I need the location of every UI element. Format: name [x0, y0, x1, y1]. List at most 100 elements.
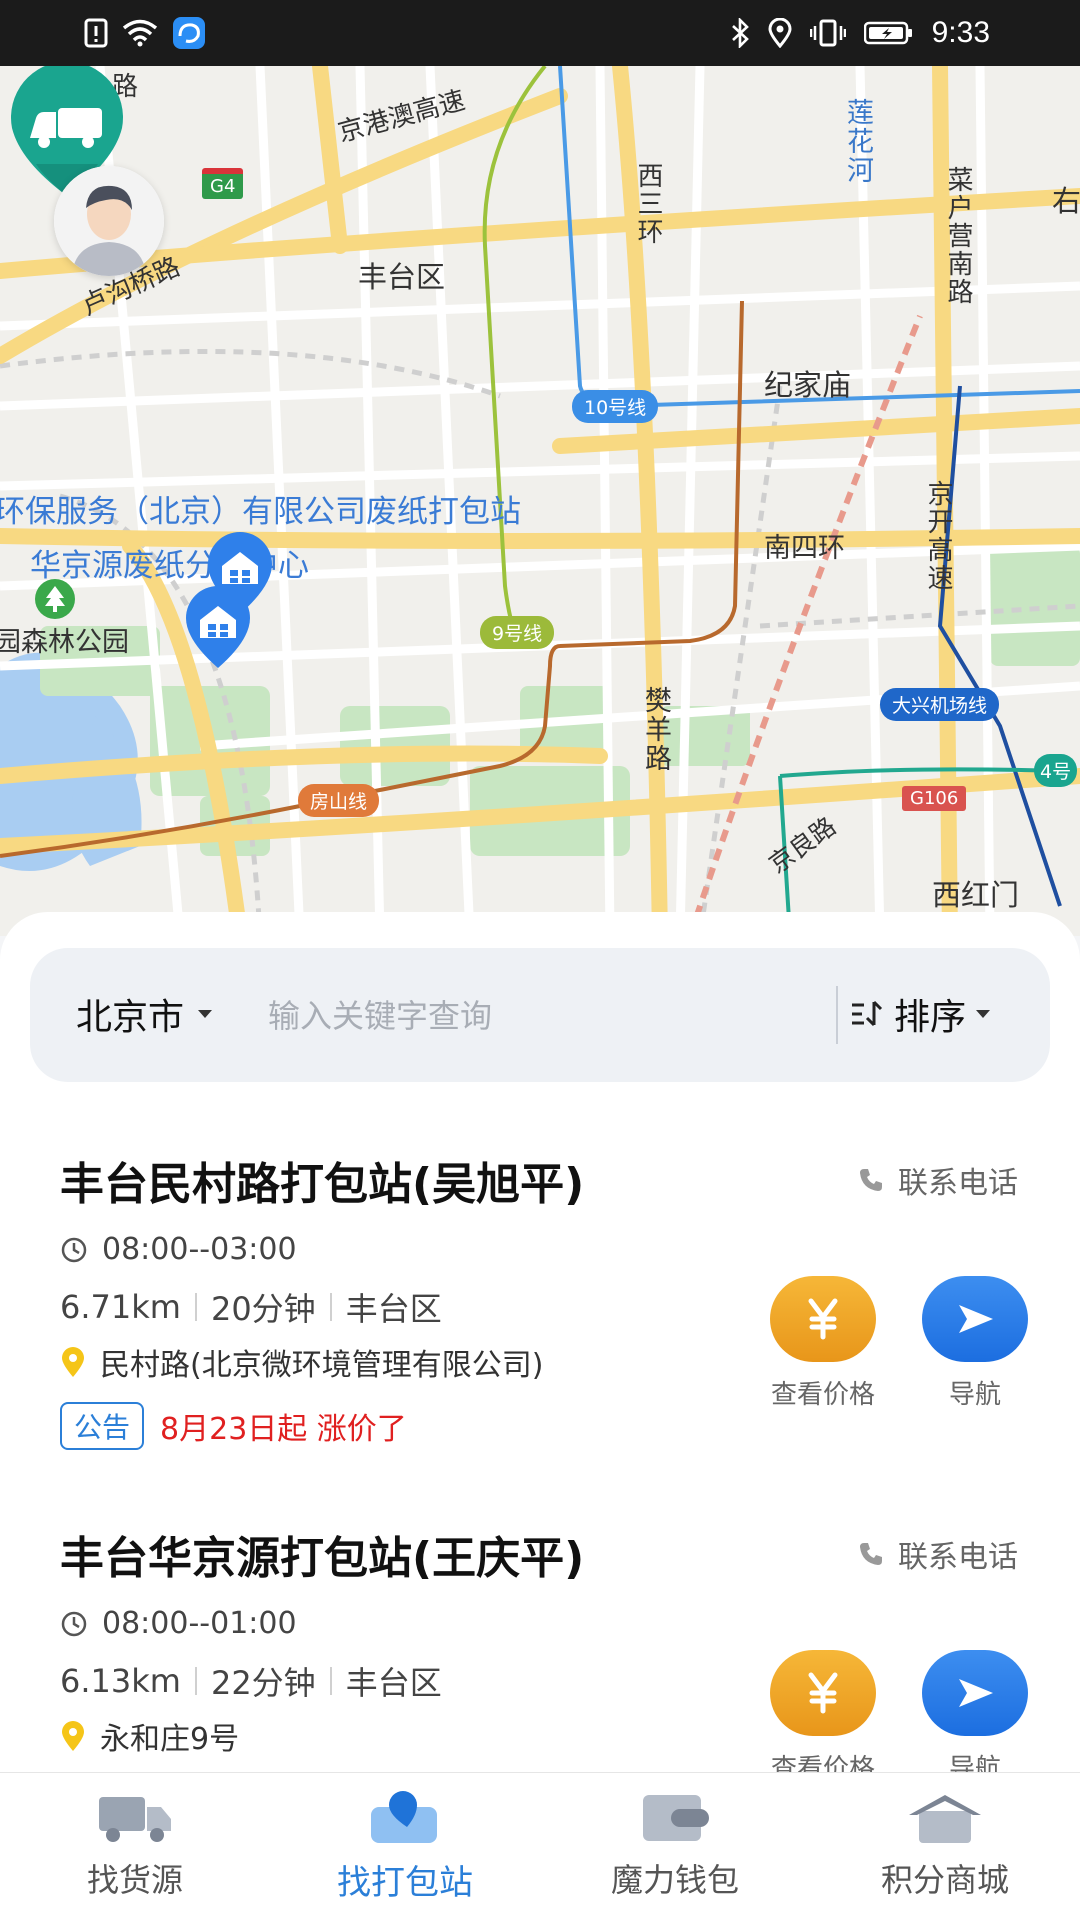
map-label-jingkai: 京开高速	[923, 480, 953, 592]
sort-button[interactable]: 排序	[850, 988, 991, 1040]
yuan-icon	[808, 1672, 838, 1714]
chevron-down-icon	[198, 1010, 213, 1018]
district-text: 丰台区	[345, 1290, 442, 1328]
map-label-xihongmen: 西红门	[932, 878, 1020, 912]
view-price-label: 查看价格	[770, 1754, 875, 1772]
duration-text: 20分钟	[210, 1290, 316, 1328]
station-address: 永和庄9号	[60, 1714, 239, 1758]
user-avatar[interactable]	[54, 166, 164, 276]
nav-tab-wallet[interactable]: 魔力钱包	[540, 1791, 810, 1911]
battery-icon	[863, 14, 914, 52]
subway-badge-daxing: 大兴机场线	[880, 688, 1000, 721]
bluetooth-icon	[730, 14, 750, 52]
station-meta: 6.13km 22分钟 丰台区	[60, 1658, 442, 1704]
map-label-caihu: 菜户营南路	[943, 166, 973, 306]
bottom-navigation: 找货源 找打包站 魔力钱包 积分商城	[0, 1772, 1080, 1921]
navigate-label: 导航	[948, 1380, 1001, 1410]
location-icon	[768, 14, 792, 52]
sort-icon	[852, 1000, 883, 1027]
station-name: 丰台华京源打包站(王庆平)	[60, 1533, 585, 1584]
map-view[interactable]: 丰台区 京港澳高速 卢沟桥路 西三环 莲花河 菜户营南路 纪家庙 南四环 京开高…	[0, 66, 1080, 936]
location-pin-icon	[62, 1347, 84, 1377]
station-card[interactable]: 丰台华京源打包站(王庆平) 联系电话 08:00--01:00 6.13km 2…	[0, 1522, 1080, 1772]
meta-separator	[194, 1667, 197, 1695]
opening-hours: 08:00--01:00	[60, 1606, 297, 1641]
subway-badge-line9: 9号线	[480, 616, 555, 649]
nav-tab-find-cargo[interactable]: 找货源	[0, 1791, 270, 1911]
station-marker-icon[interactable]	[178, 582, 258, 670]
park-icon	[35, 579, 75, 619]
station-list-sheet[interactable]: 北京市 排序 丰台民村路打包站(吴旭平) 联系电话 08:00--03:00 6…	[0, 912, 1080, 1772]
district-text: 丰台区	[345, 1664, 442, 1702]
station-address: 民村路(北京微环境管理有限公司)	[60, 1340, 543, 1384]
clock-icon	[61, 1237, 87, 1262]
station-name: 丰台民村路打包站(吴旭平)	[60, 1159, 585, 1210]
address-text: 永和庄9号	[100, 1722, 240, 1757]
nav-label: 找货源	[86, 1861, 183, 1899]
search-bar: 北京市 排序	[30, 948, 1050, 1082]
city-selector[interactable]: 北京市	[76, 988, 213, 1040]
wallet-icon	[637, 1791, 713, 1845]
chevron-down-icon	[976, 1010, 991, 1018]
map-label-lianhuahe: 莲花河	[842, 98, 873, 185]
search-divider	[836, 986, 838, 1044]
address-text: 民村路(北京微环境管理有限公司)	[100, 1348, 544, 1383]
status-time: 9:33	[931, 16, 990, 49]
navigate-label: 导航	[948, 1754, 1001, 1772]
station-meta: 6.71km 20分钟 丰台区	[60, 1284, 442, 1330]
contact-phone-button[interactable]: 联系电话	[858, 1158, 1018, 1202]
meta-separator	[194, 1293, 197, 1321]
yuan-icon	[808, 1298, 838, 1340]
nav-tab-points-mall[interactable]: 积分商城	[810, 1791, 1080, 1911]
contact-phone-button[interactable]: 联系电话	[858, 1532, 1018, 1576]
phone-icon	[860, 1543, 882, 1565]
view-price-button[interactable]	[770, 1650, 876, 1736]
store-icon	[907, 1791, 983, 1845]
avatar-placeholder-icon	[54, 166, 164, 276]
phone-icon	[860, 1169, 882, 1191]
road-shield-g4: G4	[202, 168, 244, 199]
opening-hours: 08:00--03:00	[60, 1232, 297, 1267]
navigate-button[interactable]	[922, 1650, 1028, 1736]
nav-label: 魔力钱包	[610, 1861, 739, 1899]
contact-phone-label: 联系电话	[898, 1166, 1018, 1201]
view-price-label: 查看价格	[770, 1380, 875, 1410]
clock-icon	[61, 1611, 87, 1636]
station-notice[interactable]: 公告 8月23日起 涨价了	[60, 1402, 407, 1450]
location-pin-icon	[62, 1721, 84, 1751]
station-card[interactable]: 丰台民村路打包站(吴旭平) 联系电话 08:00--03:00 6.71km 2…	[0, 1148, 1080, 1508]
navigate-button[interactable]	[922, 1276, 1028, 1362]
map-label-jijiamiao: 纪家庙	[764, 368, 852, 402]
nav-label: 找打包站	[337, 1863, 473, 1903]
subway-badge-line4: 4号	[1034, 754, 1078, 787]
map-label-nansihuan: 南四环	[764, 533, 845, 564]
navigation-arrow-icon	[959, 1305, 993, 1333]
hours-text: 08:00--01:00	[102, 1606, 297, 1641]
sort-label: 排序	[894, 997, 967, 1038]
hours-text: 08:00--03:00	[102, 1232, 297, 1267]
status-bar: 9:33	[0, 0, 1080, 66]
vibrate-icon	[809, 14, 846, 52]
nav-tab-find-station[interactable]: 找打包站	[270, 1791, 540, 1911]
contact-phone-label: 联系电话	[898, 1540, 1018, 1575]
map-label-park: 园森林公园	[0, 627, 129, 658]
subway-badge-fangshan: 房山线	[298, 784, 380, 817]
distance-text: 6.13km	[60, 1662, 181, 1700]
city-label: 北京市	[76, 997, 185, 1038]
truck-icon	[97, 1791, 173, 1845]
view-price-button[interactable]	[770, 1276, 876, 1362]
map-label-xisanhuan: 西三环	[633, 162, 663, 246]
map-label-district: 丰台区	[358, 260, 446, 294]
subway-badge-line10: 10号线	[572, 390, 659, 423]
notice-tag: 公告	[60, 1402, 145, 1450]
map-pin-icon	[367, 1791, 443, 1845]
map-poi-paper-station[interactable]: 环保服务（北京）有限公司废纸打包站	[0, 486, 521, 531]
duration-text: 22分钟	[210, 1664, 316, 1702]
road-shield-g106: G106	[902, 786, 967, 811]
app-notification-icon	[172, 14, 206, 52]
map-label-fanyang: 樊羊路	[640, 686, 671, 773]
navigation-arrow-icon	[959, 1679, 993, 1707]
sim-alert-icon	[84, 14, 108, 52]
search-input[interactable]	[266, 984, 830, 1048]
meta-separator	[329, 1293, 332, 1321]
